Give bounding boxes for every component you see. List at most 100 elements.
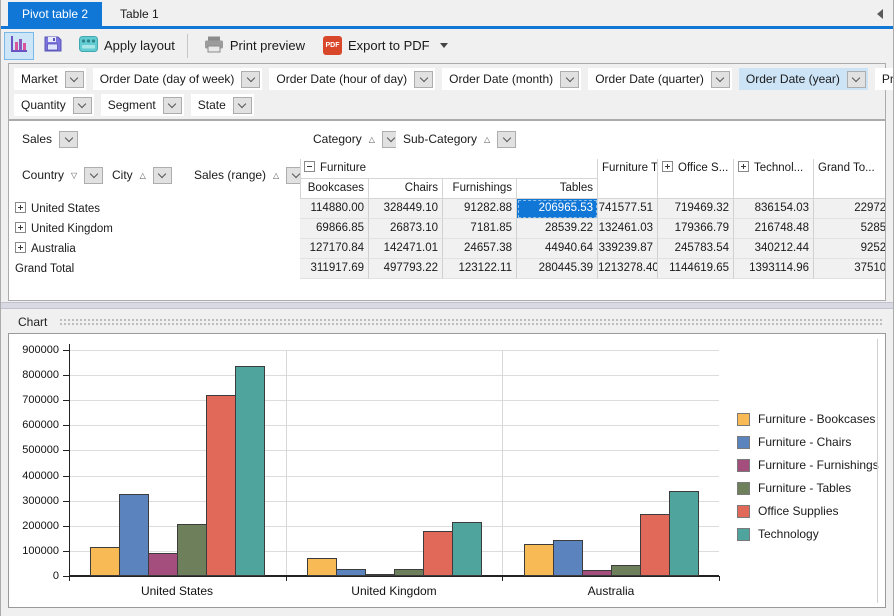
pivot-cell[interactable]: 2297200 <box>814 199 886 219</box>
pivot-cell[interactable]: 528576 <box>814 219 886 239</box>
column-field-dropdown-button[interactable] <box>497 131 516 148</box>
bar-technology-united-states <box>235 366 265 576</box>
pivot-cell[interactable]: 26873.10 <box>369 219 443 239</box>
export-pdf-button[interactable]: PDF Export to PDF <box>316 32 455 60</box>
row-field-country[interactable]: Country▽ <box>15 164 105 186</box>
y-axis-tick-label: 100000 <box>7 546 59 557</box>
save-layout-button[interactable] <box>38 32 68 60</box>
data-field-dropdown-button[interactable] <box>59 131 78 148</box>
pivot-cell[interactable]: 44940.64 <box>517 239 598 259</box>
filter-field-dropdown-button[interactable] <box>65 71 84 88</box>
pivot-cell[interactable]: 142471.01 <box>369 239 443 259</box>
column-field-sub-category[interactable]: Sub-Category△ <box>396 128 518 150</box>
print-preview-button[interactable]: Print preview <box>197 32 312 60</box>
column-group-furniture[interactable]: Furniture <box>300 159 598 179</box>
pivot-cell[interactable]: 1144619.65 <box>658 259 734 279</box>
column-header-furniture-t[interactable]: Furniture T... <box>598 159 658 199</box>
pivot-cell[interactable]: 179366.79 <box>658 219 734 239</box>
expand-icon[interactable] <box>15 222 26 233</box>
row-field-label: Sales (range) <box>194 168 266 182</box>
filter-field-market[interactable]: Market <box>14 68 86 90</box>
pivot-cell[interactable]: 719469.32 <box>658 199 734 219</box>
column-header-tables[interactable]: Tables <box>517 179 598 199</box>
filter-field-quantity[interactable]: Quantity <box>14 94 94 116</box>
pivot-cell[interactable]: 339239.87 <box>598 239 658 259</box>
column-header-office-s[interactable]: Office S... <box>658 159 734 199</box>
expand-icon[interactable] <box>15 202 26 213</box>
filter-field-order-date-month[interactable]: Order Date (month) <box>442 68 581 90</box>
column-header-furnishings[interactable]: Furnishings <box>443 179 517 199</box>
toggle-chart-button[interactable] <box>4 32 34 60</box>
pivot-cell[interactable]: 123122.11 <box>443 259 517 279</box>
pivot-cell[interactable]: 3751013 <box>814 259 886 279</box>
row-field-dropdown-button[interactable] <box>84 167 103 184</box>
column-header-technol[interactable]: Technol... <box>734 159 814 199</box>
pivot-cell[interactable]: 280445.39 <box>517 259 598 279</box>
filter-field-dropdown-button[interactable] <box>163 97 182 114</box>
filter-field-dropdown-button[interactable] <box>847 71 866 88</box>
filter-field-state[interactable]: State <box>191 94 254 116</box>
column-header-bookcases[interactable]: Bookcases <box>300 179 369 199</box>
apply-layout-button[interactable]: Apply layout <box>72 32 182 60</box>
pivot-cell[interactable]: 1393114.96 <box>734 259 814 279</box>
pivot-cell[interactable]: 340212.44 <box>734 239 814 259</box>
column-header-chairs[interactable]: Chairs <box>369 179 443 199</box>
filter-field-dropdown-button[interactable] <box>560 71 579 88</box>
filter-field-segment[interactable]: Segment <box>101 94 184 116</box>
pivot-cell[interactable]: 216748.48 <box>734 219 814 239</box>
pivot-cell[interactable]: 69866.85 <box>300 219 369 239</box>
pivot-cell[interactable]: 925235 <box>814 239 886 259</box>
dropdown-icon <box>70 73 78 81</box>
toolbar: Apply layout Print preview PDF Export to… <box>0 29 894 62</box>
row-field-city[interactable]: City△ <box>105 164 174 186</box>
legend-item-furniture-furnishings: Furniture - Furnishings <box>737 458 879 472</box>
pivot-cell[interactable]: 311917.69 <box>300 259 369 279</box>
pivot-cell[interactable]: 24657.38 <box>443 239 517 259</box>
pivot-row-header-united-states[interactable]: United States <box>9 199 300 219</box>
pivot-row-header-grand-total[interactable]: Grand Total <box>9 259 300 279</box>
column-field-category[interactable]: Category△ <box>306 128 403 150</box>
filter-field-order-date-year[interactable]: Order Date (year) <box>739 68 868 90</box>
pivot-cell[interactable]: 114880.00 <box>300 199 369 219</box>
pivot-cell[interactable]: 328449.10 <box>369 199 443 219</box>
pivot-row-header-united-kingdom[interactable]: United Kingdom <box>9 219 300 239</box>
filter-field-order-date-hour-of-day[interactable]: Order Date (hour of day) <box>269 68 435 90</box>
pivot-cell[interactable]: 127170.84 <box>300 239 369 259</box>
filter-field-order-date-day-of-week[interactable]: Order Date (day of week) <box>93 68 263 90</box>
expand-icon[interactable] <box>738 161 749 172</box>
pivot-cell[interactable]: 497793.22 <box>369 259 443 279</box>
pivot-cell[interactable]: 245783.54 <box>658 239 734 259</box>
row-field-dropdown-button[interactable] <box>153 167 172 184</box>
bar-office-supplies-australia <box>640 514 670 576</box>
pivot-cell-selected[interactable]: 206965.53 <box>517 199 598 219</box>
pivot-cell[interactable]: 28539.22 <box>517 219 598 239</box>
filter-field-profit[interactable]: Profit <box>875 68 894 90</box>
filter-field-label: Segment <box>108 98 156 112</box>
tab-table-1[interactable]: Table 1 <box>106 2 173 26</box>
expand-icon[interactable] <box>662 161 673 172</box>
dropdown-icon <box>419 73 427 81</box>
pivot-cell[interactable]: 741577.51 <box>598 199 658 219</box>
tab-scroll-left-icon[interactable] <box>877 9 883 19</box>
pivot-cell[interactable]: 132461.03 <box>598 219 658 239</box>
filter-field-dropdown-button[interactable] <box>414 71 433 88</box>
horizontal-splitter[interactable] <box>0 302 894 309</box>
export-pdf-dropdown-icon[interactable] <box>440 43 448 48</box>
pivot-cell[interactable]: 91282.88 <box>443 199 517 219</box>
pivot-cell[interactable]: 1213278.40 <box>598 259 658 279</box>
tab-pivot-table-2[interactable]: Pivot table 2 <box>8 2 102 26</box>
pivot-cell[interactable]: 7181.85 <box>443 219 517 239</box>
pivot-row-header-australia[interactable]: Australia <box>9 239 300 259</box>
filter-field-order-date-quarter[interactable]: Order Date (quarter) <box>588 68 732 90</box>
filter-field-dropdown-button[interactable] <box>241 71 260 88</box>
expand-icon[interactable] <box>15 242 26 253</box>
row-field-sales-range[interactable]: Sales (range)△ <box>187 164 307 186</box>
filter-field-dropdown-button[interactable] <box>73 97 92 114</box>
collapse-icon[interactable] <box>304 161 315 172</box>
pivot-cell[interactable]: 836154.03 <box>734 199 814 219</box>
column-header-grand-to[interactable]: Grand To... <box>814 159 886 199</box>
filter-field-label: Order Date (quarter) <box>595 72 704 86</box>
data-field-sales[interactable]: Sales <box>15 128 80 150</box>
filter-field-dropdown-button[interactable] <box>233 97 252 114</box>
filter-field-dropdown-button[interactable] <box>711 71 730 88</box>
